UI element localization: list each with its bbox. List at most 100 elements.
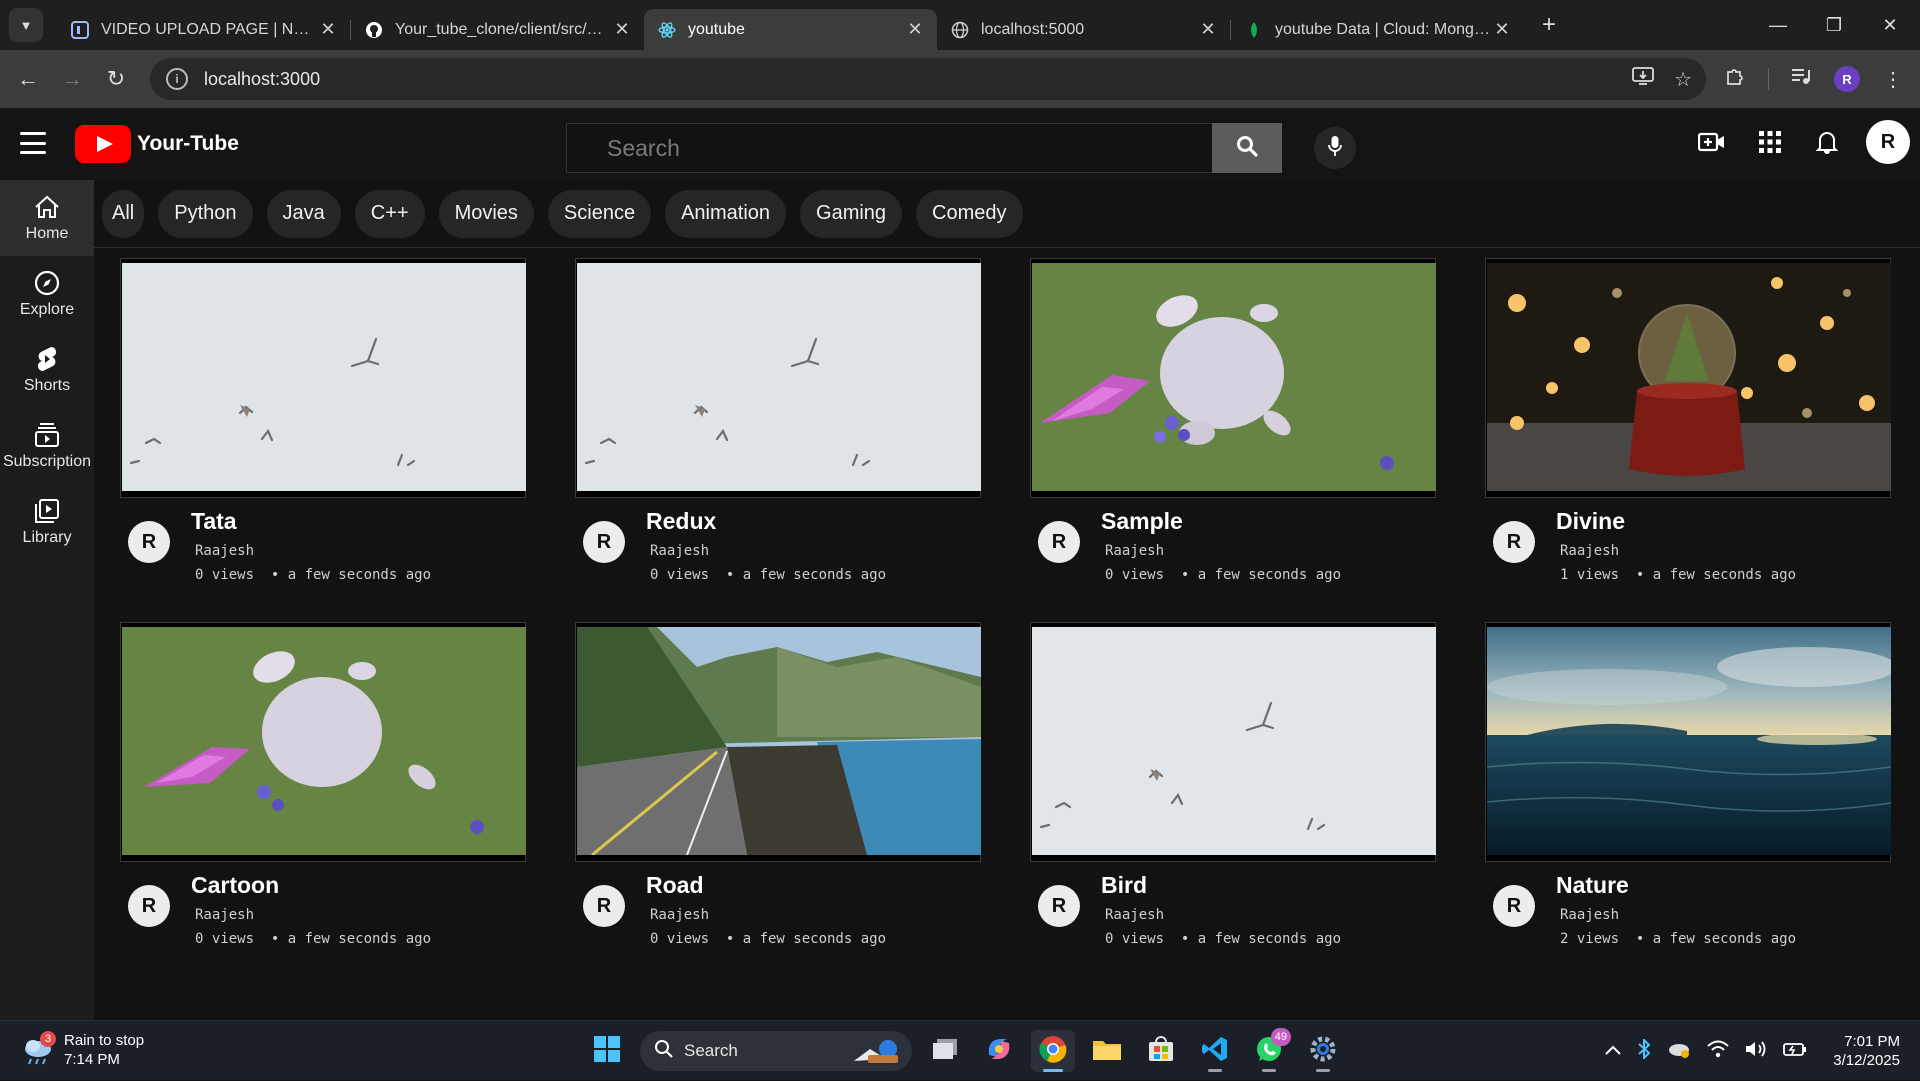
- minimize-button[interactable]: —: [1750, 0, 1806, 50]
- chip-all[interactable]: All: [102, 189, 145, 238]
- video-card[interactable]: R Redux Raajesh 0 views • a few seconds …: [575, 258, 981, 608]
- search-input[interactable]: [566, 123, 1212, 173]
- app-logo[interactable]: Your-Tube: [75, 125, 239, 163]
- chrome-taskbar-button[interactable]: [1031, 1030, 1075, 1072]
- sidebar-item-subscription[interactable]: Subscription: [0, 408, 94, 484]
- video-thumbnail[interactable]: [120, 622, 526, 862]
- video-title[interactable]: Divine: [1556, 508, 1625, 535]
- system-clock[interactable]: 7:01 PM 3/12/2025: [1833, 1032, 1900, 1070]
- channel-name[interactable]: Raajesh: [1105, 907, 1164, 923]
- chip-java[interactable]: Java: [266, 189, 341, 238]
- chip-comedy[interactable]: Comedy: [916, 189, 1023, 238]
- weather-widget[interactable]: 3 Rain to stop 7:14 PM: [22, 1031, 144, 1069]
- close-icon[interactable]: ✕: [612, 19, 632, 40]
- channel-avatar[interactable]: R: [583, 521, 625, 563]
- site-info-icon[interactable]: i: [166, 68, 188, 90]
- browser-tab-mongodb[interactable]: youtube Data | Cloud: MongoDB ✕: [1231, 9, 1524, 50]
- video-card[interactable]: R Sample Raajesh 0 views • a few seconds…: [1030, 258, 1436, 608]
- channel-name[interactable]: Raajesh: [1105, 543, 1164, 559]
- chip-movies[interactable]: Movies: [438, 189, 534, 238]
- create-video-button[interactable]: [1692, 124, 1732, 164]
- chevron-up-icon[interactable]: [1605, 1042, 1621, 1060]
- channel-name[interactable]: Raajesh: [195, 907, 254, 923]
- channel-name[interactable]: Raajesh: [650, 543, 709, 559]
- browser-tab-localhost[interactable]: localhost:5000 ✕: [937, 9, 1230, 50]
- browser-tab-nullclass[interactable]: VIDEO UPLOAD PAGE | NULLCLASS ✕: [57, 9, 350, 50]
- video-title[interactable]: Sample: [1101, 508, 1183, 535]
- channel-name[interactable]: Raajesh: [650, 907, 709, 923]
- sidebar-item-library[interactable]: Library: [0, 484, 94, 560]
- search-button[interactable]: [1212, 123, 1282, 173]
- install-app-icon[interactable]: [1632, 66, 1654, 92]
- channel-avatar[interactable]: R: [1038, 885, 1080, 927]
- video-thumbnail[interactable]: [575, 258, 981, 498]
- channel-avatar[interactable]: R: [583, 885, 625, 927]
- video-card[interactable]: R Cartoon Raajesh 0 views • a few second…: [120, 622, 526, 972]
- channel-avatar[interactable]: R: [128, 521, 170, 563]
- address-bar[interactable]: i localhost:3000 ☆: [150, 58, 1706, 100]
- sidebar-item-home[interactable]: Home: [0, 180, 94, 256]
- video-thumbnail[interactable]: [1485, 258, 1891, 498]
- video-card[interactable]: R Road Raajesh 0 views • a few seconds a…: [575, 622, 981, 972]
- whatsapp-button[interactable]: 49: [1247, 1028, 1291, 1072]
- voice-search-button[interactable]: [1314, 127, 1356, 169]
- profile-button[interactable]: R: [1824, 50, 1870, 108]
- file-explorer-button[interactable]: [1085, 1030, 1129, 1072]
- hamburger-menu-icon[interactable]: [20, 132, 46, 154]
- chip-science[interactable]: Science: [547, 189, 652, 238]
- channel-avatar[interactable]: R: [128, 885, 170, 927]
- close-icon[interactable]: ✕: [1492, 19, 1512, 40]
- video-title[interactable]: Redux: [646, 508, 716, 535]
- video-card[interactable]: R Tata Raajesh 0 views • a few seconds a…: [120, 258, 526, 608]
- channel-avatar[interactable]: R: [1493, 885, 1535, 927]
- back-button[interactable]: ←: [6, 57, 50, 101]
- video-thumbnail[interactable]: [1030, 622, 1436, 862]
- video-thumbnail[interactable]: [120, 258, 526, 498]
- taskbar-search[interactable]: Search: [640, 1031, 912, 1071]
- video-thumbnail[interactable]: [575, 622, 981, 862]
- restore-button[interactable]: ❐: [1806, 0, 1862, 50]
- sidebar-item-explore[interactable]: Explore: [0, 256, 94, 332]
- tab-search-button[interactable]: ▼: [9, 8, 43, 42]
- video-card[interactable]: R Nature Raajesh 2 views • a few seconds…: [1485, 622, 1891, 972]
- close-icon[interactable]: ✕: [905, 19, 925, 40]
- channel-avatar[interactable]: R: [1038, 521, 1080, 563]
- channel-avatar[interactable]: R: [1493, 521, 1535, 563]
- video-card[interactable]: R Divine Raajesh 1 views • a few seconds…: [1485, 258, 1891, 608]
- video-title[interactable]: Bird: [1101, 872, 1147, 899]
- chip-animation[interactable]: Animation: [665, 189, 787, 238]
- notifications-button[interactable]: [1807, 124, 1847, 164]
- wifi-icon[interactable]: [1707, 1040, 1729, 1063]
- browser-tab-github[interactable]: Your_tube_clone/client/src/Pages ✕: [351, 9, 644, 50]
- chip-gaming[interactable]: Gaming: [800, 189, 903, 238]
- copilot-button[interactable]: [977, 1030, 1021, 1072]
- video-title[interactable]: Nature: [1556, 872, 1629, 899]
- start-button[interactable]: [585, 1030, 629, 1072]
- bookmark-star-icon[interactable]: ☆: [1674, 67, 1692, 92]
- apps-button[interactable]: [1750, 124, 1790, 164]
- video-thumbnail[interactable]: [1485, 622, 1891, 862]
- forward-button[interactable]: →: [50, 57, 94, 101]
- channel-name[interactable]: Raajesh: [1560, 543, 1619, 559]
- battery-icon[interactable]: [1783, 1041, 1807, 1062]
- chip-cpp[interactable]: C++: [354, 189, 425, 238]
- browser-menu-button[interactable]: ⋮: [1870, 50, 1916, 108]
- volume-icon[interactable]: [1745, 1040, 1767, 1063]
- new-tab-button[interactable]: +: [1532, 11, 1566, 39]
- browser-tab-youtube[interactable]: youtube ✕: [644, 9, 937, 50]
- extensions-button[interactable]: [1712, 50, 1758, 108]
- video-card[interactable]: R Bird Raajesh 0 views • a few seconds a…: [1030, 622, 1436, 972]
- onedrive-icon[interactable]: [1667, 1040, 1691, 1063]
- settings-button[interactable]: [1301, 1030, 1345, 1072]
- video-title[interactable]: Road: [646, 872, 704, 899]
- user-avatar-button[interactable]: R: [1866, 120, 1910, 164]
- store-button[interactable]: [1139, 1030, 1183, 1072]
- chip-python[interactable]: Python: [158, 189, 253, 238]
- vscode-button[interactable]: [1193, 1030, 1237, 1072]
- sidebar-item-shorts[interactable]: Shorts: [0, 332, 94, 408]
- task-view-button[interactable]: [923, 1030, 967, 1072]
- media-controls-button[interactable]: [1778, 50, 1824, 108]
- close-icon[interactable]: ✕: [1198, 19, 1218, 40]
- video-title[interactable]: Tata: [191, 508, 237, 535]
- video-title[interactable]: Cartoon: [191, 872, 279, 899]
